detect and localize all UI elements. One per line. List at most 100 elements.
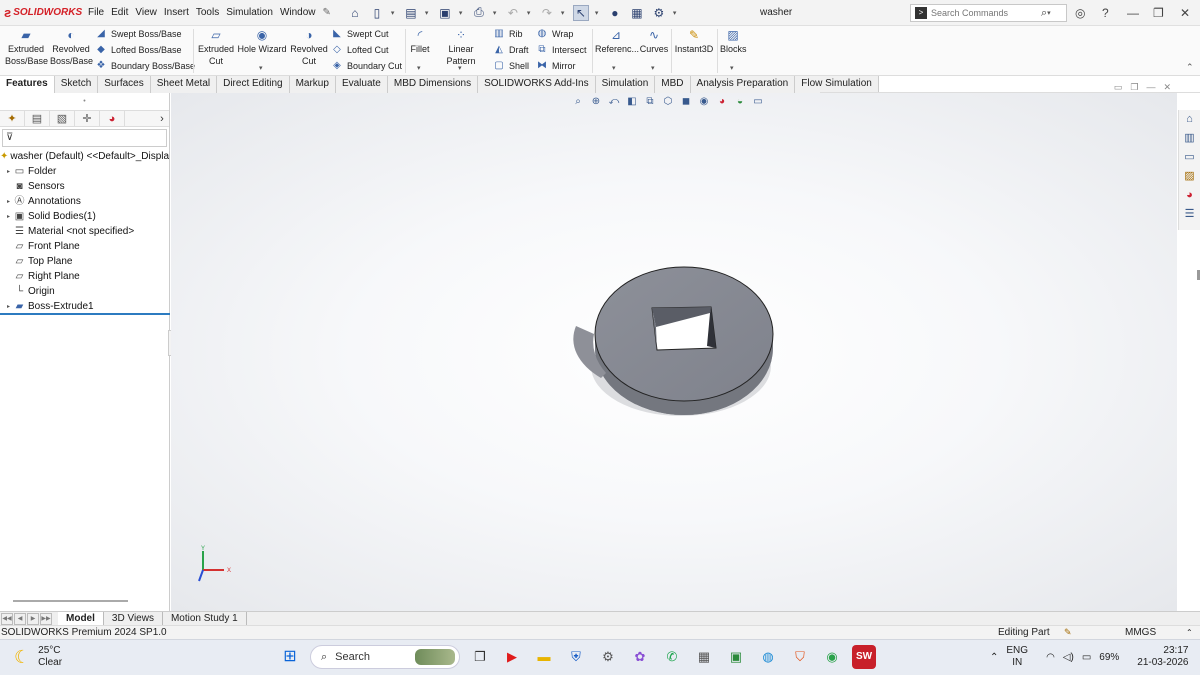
file-explorer-icon[interactable]: ▭	[1179, 148, 1200, 167]
file-properties-icon[interactable]: ▦	[629, 5, 645, 21]
extruded-boss-button[interactable]: ▰ Extruded Boss/Base	[5, 26, 48, 67]
menu-file[interactable]: File	[88, 7, 104, 18]
washer-model[interactable]	[566, 258, 786, 428]
hide-show-items-icon[interactable]: ◉	[697, 96, 711, 107]
search-caret-icon[interactable]: ▾	[1047, 9, 1053, 17]
reference-caret-icon[interactable]: ▾	[612, 64, 616, 72]
doc-close-icon[interactable]: ✕	[1163, 82, 1171, 93]
tab-sheet-metal[interactable]: Sheet Metal	[150, 76, 218, 93]
expand-arrow-icon[interactable]: ▸	[4, 168, 13, 175]
linear-pattern-button[interactable]: ⁘ Linear Pattern	[433, 26, 489, 67]
open-file-icon[interactable]: ▤	[403, 5, 419, 21]
save-icon[interactable]: ▣	[437, 5, 453, 21]
mirror-button[interactable]: ⧓ Mirror	[536, 60, 576, 72]
edit-appearance-icon[interactable]: ◕	[715, 96, 729, 107]
graphics-area[interactable]: ▭ ❐ — ✕ ⌕ ⊕ ⤺ ◧ ⧉ ⬡ ◼ ◉ ◕ ◒ ▭ Y X	[171, 82, 1177, 611]
feature-manager-tab-icon[interactable]: ✦	[0, 110, 25, 127]
input-language[interactable]: ENG IN	[1006, 645, 1028, 669]
tab-surfaces[interactable]: Surfaces	[98, 76, 151, 93]
collapse-ribbon-icon[interactable]: ⌃	[1186, 62, 1194, 73]
configuration-manager-tab-icon[interactable]: ▧	[50, 110, 75, 127]
prev-tab-icon[interactable]: ◀	[14, 612, 26, 625]
calculator-icon[interactable]: ▦	[692, 645, 716, 669]
chrome-icon[interactable]: ◉	[820, 645, 844, 669]
revolved-cut-button[interactable]: ◑ Revolved Cut	[289, 26, 329, 67]
print-icon[interactable]: ⎙	[471, 5, 487, 21]
photos-icon[interactable]: ▣	[724, 645, 748, 669]
tree-item-origin[interactable]: └ Origin	[0, 284, 169, 299]
wrap-button[interactable]: ◍ Wrap	[536, 28, 574, 40]
options-caret-icon[interactable]: ▾	[673, 9, 679, 17]
swept-cut-button[interactable]: ◣ Swept Cut	[331, 28, 388, 40]
search-commands-box[interactable]: > ⌕ ▾	[910, 4, 1067, 22]
help-icon[interactable]: ?	[1102, 6, 1109, 20]
hole-wizard-button[interactable]: ◉ Hole Wizard	[237, 26, 287, 55]
redo-icon[interactable]: ↷	[539, 5, 555, 21]
view-palette-icon[interactable]: ▨	[1179, 167, 1200, 186]
doc-minimize-icon[interactable]: —	[1146, 82, 1155, 93]
windows-start-icon[interactable]: ⊞	[278, 645, 302, 669]
user-account-icon[interactable]: ◎	[1075, 6, 1085, 20]
blocks-button[interactable]: ▨ Blocks	[720, 26, 747, 55]
appearances-icon[interactable]: ◕	[1179, 186, 1200, 205]
new-caret-icon[interactable]: ▾	[391, 9, 397, 17]
tab-mbd[interactable]: MBD	[655, 76, 691, 93]
menu-window[interactable]: Window	[280, 7, 316, 18]
draft-button[interactable]: ◭ Draft	[493, 44, 528, 56]
tab-simulation[interactable]: Simulation	[595, 76, 656, 93]
lofted-cut-button[interactable]: ◇ Lofted Cut	[331, 44, 388, 56]
hole-wizard-caret-icon[interactable]: ▾	[259, 64, 263, 72]
expand-arrow-icon[interactable]: ▸	[4, 303, 13, 310]
tab-mbd-dimensions[interactable]: MBD Dimensions	[387, 76, 479, 93]
traffic-light-icon[interactable]: ●	[607, 5, 623, 21]
next-tab-icon[interactable]: ▶	[27, 612, 39, 625]
section-view-icon[interactable]: ◧	[625, 96, 639, 107]
swept-boss-button[interactable]: ◢ Swept Boss/Base	[95, 28, 181, 40]
options-gear-icon[interactable]: ⚙	[651, 5, 667, 21]
tab-flow-simulation[interactable]: Flow Simulation	[795, 76, 879, 93]
pin-icon[interactable]: ✎	[323, 7, 331, 18]
close-icon[interactable]: ✕	[1180, 6, 1190, 20]
undo-icon[interactable]: ↶	[505, 5, 521, 21]
chevron-right-icon[interactable]: ›	[155, 111, 169, 127]
copilot-icon[interactable]: ✿	[628, 645, 652, 669]
save-caret-icon[interactable]: ▾	[459, 9, 465, 17]
show-hidden-icons-icon[interactable]: ⌃	[990, 652, 998, 663]
open-caret-icon[interactable]: ▾	[425, 9, 431, 17]
fillet-caret-icon[interactable]: ▾	[417, 64, 421, 72]
menu-simulation[interactable]: Simulation	[226, 7, 273, 18]
curves-button[interactable]: ∿ Curves	[639, 26, 669, 55]
display-manager-tab-icon[interactable]: ◕	[100, 110, 125, 127]
linear-pattern-caret-icon[interactable]: ▾	[458, 64, 462, 72]
boundary-boss-button[interactable]: ❖ Boundary Boss/Base	[95, 60, 196, 72]
tree-item-folder[interactable]: ▸ ▭ Folder	[0, 164, 169, 179]
taskbar-search[interactable]: ⌕ Search	[310, 645, 460, 669]
dynamic-annotation-icon[interactable]: ⧉	[643, 96, 657, 107]
tab-solidworks-add-ins[interactable]: SOLIDWORKS Add-Ins	[478, 76, 596, 93]
unit-system-selector[interactable]: MMGS	[1125, 626, 1156, 639]
tree-item-right-plane[interactable]: ▱ Right Plane	[0, 269, 169, 284]
rollback-bar[interactable]	[0, 313, 170, 315]
solidworks-logo[interactable]: ƨ SOLIDWORKS	[4, 5, 88, 20]
tab-direct-editing[interactable]: Direct Editing	[217, 76, 290, 93]
doc-tile-icon[interactable]: ▭	[1114, 82, 1123, 93]
defender-icon[interactable]: ⛨	[564, 645, 588, 669]
battery-icon[interactable]: ▭	[1082, 652, 1091, 663]
menu-view[interactable]: View	[135, 7, 157, 18]
apply-scene-icon[interactable]: ◒	[733, 96, 747, 107]
zoom-to-area-icon[interactable]: ⊕	[589, 96, 603, 107]
weather-widget[interactable]: ☾ 25°C Clear	[14, 645, 62, 669]
last-tab-icon[interactable]: ▶▶	[40, 612, 52, 625]
custom-properties-icon[interactable]: ☰	[1179, 205, 1200, 224]
tree-item-front-plane[interactable]: ▱ Front Plane	[0, 239, 169, 254]
expand-arrow-icon[interactable]: ▸	[4, 213, 13, 220]
property-manager-tab-icon[interactable]: ▤	[25, 110, 50, 127]
extruded-cut-button[interactable]: ▱ Extruded Cut	[196, 26, 236, 67]
clock[interactable]: 23:17 21-03-2026	[1137, 645, 1188, 669]
curves-caret-icon[interactable]: ▾	[651, 64, 655, 72]
home-icon[interactable]: ⌂	[347, 5, 363, 21]
brave-icon[interactable]: ⛉	[788, 645, 812, 669]
fillet-button[interactable]: ◜ Fillet	[408, 26, 432, 55]
volume-icon[interactable]: ◁)	[1063, 652, 1074, 663]
tree-item-solid-bodies[interactable]: ▸ ▣ Solid Bodies(1)	[0, 209, 169, 224]
